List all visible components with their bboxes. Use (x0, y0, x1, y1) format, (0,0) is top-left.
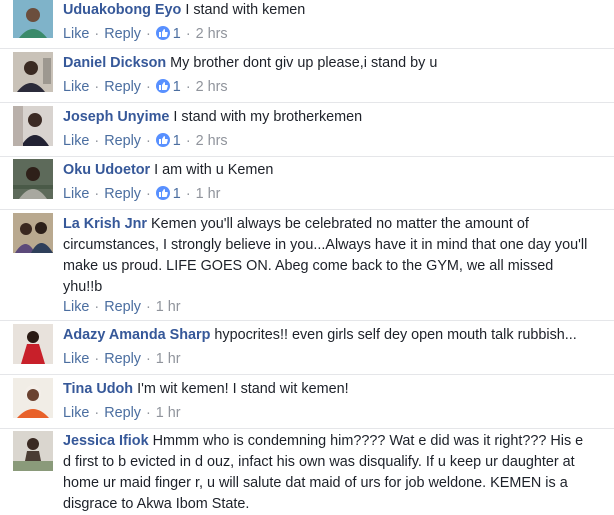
reply-link[interactable]: Reply (104, 26, 141, 42)
comment-item: Adazy Amanda Sharp hypocrites!! even gir… (0, 324, 614, 374)
timestamp[interactable]: 2 hrs (196, 79, 228, 95)
comment-item: Uduakobong Eyo I stand with kemen Like · R… (0, 0, 614, 48)
comment-actions: Like · Reply · 1 · 2 hrs (63, 78, 228, 96)
avatar[interactable] (13, 213, 53, 253)
reply-link[interactable]: Reply (104, 79, 141, 95)
separator: · (146, 79, 151, 95)
timestamp[interactable]: 2 hrs (196, 133, 228, 149)
avatar[interactable] (13, 52, 53, 92)
comment-actions: Like · Reply · 1 hr (63, 404, 181, 422)
separator: · (146, 133, 151, 149)
comment-author[interactable]: La Krish Jnr (63, 216, 147, 232)
comment-item: Joseph Unyime I stand with my brotherkem… (0, 106, 614, 156)
comment-actions: Like · Reply · 1 hr (63, 298, 181, 316)
avatar[interactable] (13, 378, 53, 418)
comment-text: I'm wit kemen! I stand wit kemen! (137, 381, 349, 397)
comment-body: Uduakobong Eyo I stand with kemen (63, 0, 594, 20)
divider (0, 209, 614, 210)
comment-actions: Like · Reply · 1 · 2 hrs (63, 25, 228, 43)
comment-text: I stand with kemen (185, 2, 306, 18)
comment-author[interactable]: Daniel Dickson (63, 55, 166, 71)
comment-author[interactable]: Tina Udoh (63, 381, 133, 397)
timestamp[interactable]: 1 hr (196, 186, 221, 202)
comment-body: Daniel Dickson My brother dont giv up pl… (63, 53, 594, 73)
timestamp[interactable]: 1 hr (156, 351, 181, 367)
like-link[interactable]: Like (63, 26, 89, 42)
comment-body: Oku Udoetor I am with u Kemen (63, 160, 594, 180)
comment-actions: Like · Reply · 1 · 2 hrs (63, 132, 228, 150)
like-link[interactable]: Like (63, 186, 89, 202)
comment-body: Joseph Unyime I stand with my brotherkem… (63, 107, 594, 127)
reply-link[interactable]: Reply (104, 299, 141, 315)
divider (0, 320, 614, 321)
comment-body: Jessica Ifiok Hmmm who is condemning him… (63, 431, 594, 515)
avatar[interactable] (13, 431, 53, 471)
separator: · (94, 351, 100, 367)
like-link[interactable]: Like (63, 79, 89, 95)
reaction-count[interactable]: 1 (173, 133, 181, 149)
divider (0, 374, 614, 375)
comment-item: Jessica Ifiok Hmmm who is condemning him… (0, 431, 614, 514)
comment-author[interactable]: Uduakobong Eyo (63, 2, 181, 18)
comment-text: I stand with my brotherkemen (173, 109, 363, 125)
divider (0, 156, 614, 157)
comment-body: La Krish Jnr Kemen you'll always be cele… (63, 214, 594, 298)
separator: · (185, 133, 191, 149)
reply-link[interactable]: Reply (104, 405, 141, 421)
thumbs-up-icon (155, 186, 170, 200)
comment-body: Adazy Amanda Sharp hypocrites!! even gir… (63, 325, 594, 345)
avatar[interactable] (13, 324, 53, 364)
separator: · (146, 405, 151, 421)
comment-item: Tina Udoh I'm wit kemen! I stand wit kem… (0, 378, 614, 428)
like-link[interactable]: Like (63, 133, 89, 149)
separator: · (146, 299, 151, 315)
separator: · (94, 405, 100, 421)
like-link[interactable]: Like (63, 351, 89, 367)
separator: · (94, 133, 100, 149)
reaction-count[interactable]: 1 (173, 186, 181, 202)
like-link[interactable]: Like (63, 299, 89, 315)
separator: · (94, 299, 100, 315)
separator: · (146, 26, 151, 42)
thumbs-up-icon (155, 79, 170, 93)
comment-text: My brother dont giv up please,i stand by… (170, 55, 438, 71)
comment-item: Oku Udoetor I am with u Kemen Like · Reply… (0, 159, 614, 209)
avatar[interactable] (13, 0, 53, 38)
separator: · (94, 79, 100, 95)
comment-item: Daniel Dickson My brother dont giv up pl… (0, 52, 614, 102)
reply-link[interactable]: Reply (104, 186, 141, 202)
thumbs-up-icon (155, 133, 170, 147)
timestamp[interactable]: 1 hr (156, 299, 181, 315)
comment-author[interactable]: Oku Udoetor (63, 162, 150, 178)
avatar[interactable] (13, 106, 53, 146)
comment-text: I am with u Kemen (154, 162, 274, 178)
comment-item: La Krish Jnr Kemen you'll always be cele… (0, 213, 614, 320)
separator: · (146, 351, 151, 367)
reply-link[interactable]: Reply (104, 351, 141, 367)
separator: · (94, 26, 100, 42)
comment-text: hypocrites!! even girls self dey open mo… (214, 327, 577, 343)
separator: · (94, 186, 100, 202)
comment-author[interactable]: Joseph Unyime (63, 109, 169, 125)
separator: · (185, 79, 191, 95)
divider (0, 102, 614, 103)
reaction-count[interactable]: 1 (173, 26, 181, 42)
separator: · (185, 26, 191, 42)
reply-link[interactable]: Reply (104, 133, 141, 149)
thumbs-up-icon (155, 26, 170, 40)
avatar[interactable] (13, 159, 53, 199)
timestamp[interactable]: 1 hr (156, 405, 181, 421)
comment-author[interactable]: Adazy Amanda Sharp (63, 327, 210, 343)
comment-body: Tina Udoh I'm wit kemen! I stand wit kem… (63, 379, 594, 399)
divider (0, 48, 614, 49)
divider (0, 428, 614, 429)
reaction-count[interactable]: 1 (173, 79, 181, 95)
like-link[interactable]: Like (63, 405, 89, 421)
separator: · (146, 186, 151, 202)
separator: · (185, 186, 191, 202)
comment-actions: Like · Reply · 1 hr (63, 350, 181, 368)
comment-actions: Like · Reply · 1 · 1 hr (63, 185, 220, 203)
timestamp[interactable]: 2 hrs (196, 26, 228, 42)
comment-author[interactable]: Jessica Ifiok (63, 433, 149, 449)
